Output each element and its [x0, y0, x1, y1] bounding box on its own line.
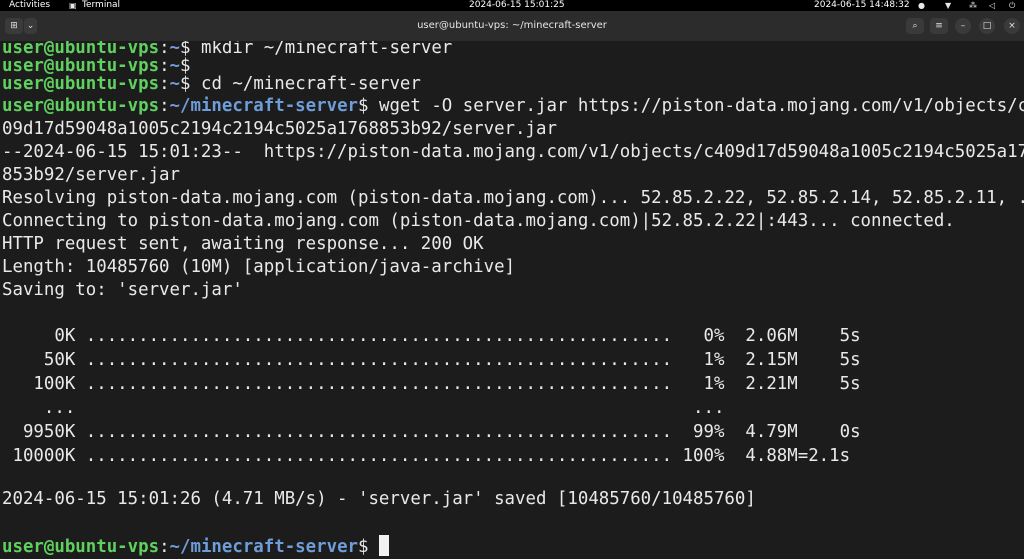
command-text: mkdir ~/minecraft-server [200, 41, 453, 58]
prompt-symbol: $ [358, 96, 379, 116]
maximize-icon[interactable]: □ [979, 18, 995, 34]
network-icon[interactable]: ⁂ [969, 0, 977, 11]
prompt-separator: : [159, 74, 170, 94]
prompt-separator: : [159, 96, 170, 116]
prompt-symbol: $ [180, 74, 201, 94]
prompt-line-current: user@ubuntu-vps:~/minecraft-server$ [2, 535, 389, 558]
progress-line: 10000K .................................… [2, 446, 851, 466]
notification-icon[interactable]: ● [918, 0, 925, 11]
new-tab-icon[interactable]: ⊞ [5, 18, 23, 34]
volume-icon[interactable]: ◁ [989, 0, 995, 11]
terminal-app-icon: ▣ [69, 1, 77, 10]
terminal-output-area[interactable]: user@ubuntu-vps:~$ mkdir ~/minecraft-ser… [0, 41, 1024, 559]
output-line: --2024-06-15 15:01:23-- https://piston-d… [2, 142, 1024, 162]
progress-line: 9950K ..................................… [2, 422, 861, 442]
command-text: wget -O server.jar https://piston-data.m… [378, 96, 1024, 116]
output-line: HTTP request sent, awaiting response... … [2, 234, 484, 254]
right-clock[interactable]: 2024-06-15 14:48:32 [814, 0, 910, 11]
prompt-line-wget: user@ubuntu-vps:~/minecraft-server$ wget… [2, 95, 1024, 118]
output-line: 853b92/server.jar [2, 165, 180, 185]
output-line: 2024-06-15 15:01:26 (4.71 MB/s) - 'serve… [2, 489, 756, 509]
prompt-user-host: user@ubuntu-vps [2, 96, 160, 116]
prompt-path: ~/minecraft-server [169, 96, 359, 116]
output-line: Saving to: 'server.jar' [2, 280, 243, 300]
minimize-icon[interactable]: – [955, 18, 971, 34]
window-title: user@ubuntu-vps: ~/minecraft-server [417, 20, 607, 31]
text-cursor[interactable] [378, 535, 389, 556]
power-icon[interactable]: ⏻ [1009, 0, 1015, 11]
progress-line: ... ... [2, 398, 725, 418]
prompt-separator: : [159, 537, 170, 557]
prompt-user-host: user@ubuntu-vps [2, 537, 160, 557]
app-menu-terminal[interactable]: Terminal [82, 0, 120, 11]
output-line: 09d17d59048a1005c2194c2194c5025a1768853b… [2, 119, 557, 139]
prompt-line-cd: user@ubuntu-vps:~$ cd ~/minecraft-server [2, 73, 421, 96]
close-icon[interactable]: × [1004, 18, 1020, 34]
output-line: Resolving piston-data.mojang.com (piston… [2, 188, 1024, 208]
progress-line: 0K .....................................… [2, 326, 861, 346]
output-line: Connecting to piston-data.mojang.com (pi… [2, 211, 955, 231]
command-text: cd ~/minecraft-server [200, 74, 421, 94]
wifi-icon[interactable]: ▼ [945, 0, 951, 11]
progress-line: 50K ....................................… [2, 350, 861, 370]
chevron-down-icon[interactable]: ⌄ [24, 18, 37, 34]
center-clock[interactable]: 2024-06-15 15:01:25 [469, 0, 565, 11]
menu-icon[interactable]: ≡ [930, 18, 948, 34]
prompt-path: ~ [169, 74, 181, 94]
search-icon[interactable]: ⌕ [906, 18, 924, 34]
progress-line: 100K ...................................… [2, 374, 861, 394]
prompt-user-host: user@ubuntu-vps [2, 74, 160, 94]
prompt-symbol: $ [358, 537, 379, 557]
output-line: Length: 10485760 (10M) [application/java… [2, 257, 516, 277]
system-top-bar: Activities ▣ Terminal 2024-06-15 15:01:2… [0, 0, 1024, 11]
terminal-header-bar: user@ubuntu-vps: ~/minecraft-server ⊞ ⌄ … [0, 11, 1024, 41]
prompt-path: ~/minecraft-server [169, 537, 359, 557]
activities-button[interactable]: Activities [9, 0, 50, 11]
